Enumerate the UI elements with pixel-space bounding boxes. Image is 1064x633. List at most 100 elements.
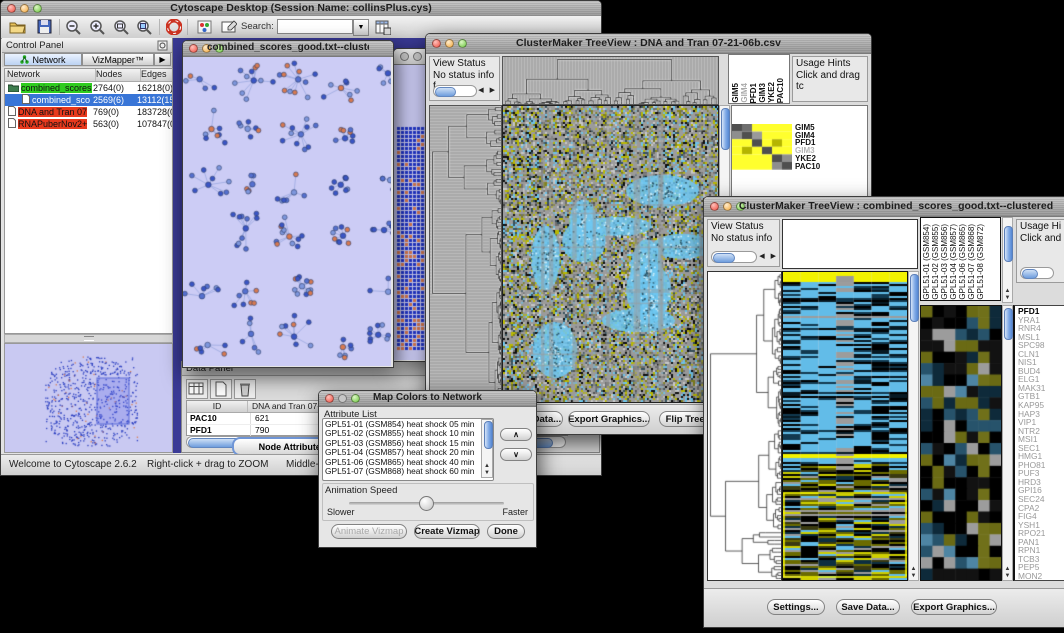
search-input[interactable] [277, 19, 353, 34]
attribute-select-button[interactable] [186, 379, 208, 399]
close-button[interactable] [189, 44, 198, 53]
heatmap-main[interactable] [782, 271, 908, 581]
network-table-row[interactable]: combined_sco2569(6)13112(15) [5, 94, 172, 106]
row-label[interactable]: PAC10 [795, 163, 820, 171]
column-label[interactable]: GPL51-07 (GSM868) [967, 224, 976, 300]
row-dendrogram[interactable] [707, 271, 782, 581]
treeview-combined-title-bar[interactable]: ClusterMaker TreeView : combined_scores_… [704, 197, 1064, 217]
row-dendrogram[interactable] [429, 105, 502, 403]
col-header-nodes[interactable]: Nodes [96, 69, 141, 81]
attribute-list-item[interactable]: GPL51-01 (GSM854) heat shock 05 min [325, 420, 480, 429]
close-button[interactable] [400, 52, 409, 61]
delete-attribute-button[interactable] [234, 379, 256, 399]
view-status-hscrollbar[interactable] [711, 251, 757, 263]
move-down-button[interactable]: ∨ [500, 448, 532, 461]
view-status-hscrollbar[interactable] [433, 85, 477, 97]
network-table-row[interactable]: combined_scores2764(0)16218(0) [5, 82, 172, 94]
column-label[interactable]: GPL51-02 (GSM855) [931, 224, 940, 300]
heatmap-vscrollbar[interactable]: ▲▼ [908, 271, 919, 581]
column-label[interactable]: GIM3 [758, 83, 767, 103]
annotation-icon[interactable] [221, 20, 237, 34]
done-button[interactable]: Done [487, 524, 525, 539]
heatmap-main[interactable] [502, 105, 719, 403]
network-view-title-bar[interactable]: combined_scores_good.txt--cluste... [183, 41, 393, 57]
network-table-row[interactable]: RNAPuberNov2+563(0)107847(0) [5, 118, 172, 130]
open-session-icon[interactable] [9, 19, 26, 34]
network-view-title: combined_scores_good.txt--cluste... [207, 42, 369, 53]
column-dendrogram-area[interactable] [782, 219, 918, 269]
column-label[interactable]: PFD1 [749, 83, 758, 103]
column-dendrogram[interactable] [502, 56, 719, 105]
dialog-title-bar[interactable]: Map Colors to Network [319, 391, 536, 407]
attribute-table-icon[interactable] [375, 19, 391, 35]
data-col-id[interactable]: ID [187, 401, 248, 412]
tab-network-label: Network [32, 55, 65, 65]
attribute-list-item[interactable]: GPL51-04 (GSM857) heat shock 20 min [325, 448, 480, 457]
save-session-icon[interactable] [37, 19, 52, 34]
column-label[interactable]: GPL51-01 (GSM854) [922, 224, 931, 300]
col-header-network[interactable]: Network [5, 69, 96, 81]
help-lifesaver-icon[interactable] [166, 19, 182, 35]
network-canvas[interactable] [183, 57, 391, 366]
zoom-vscrollbar[interactable]: ▲▼ [1002, 305, 1013, 581]
col-header-edges[interactable]: Edges [141, 69, 172, 81]
gene-label[interactable]: MON2 [1018, 572, 1064, 581]
close-button[interactable] [325, 394, 334, 403]
faster-label: Faster [502, 507, 528, 517]
move-up-button[interactable]: ∧ [500, 428, 532, 441]
speed-slider-thumb[interactable] [419, 496, 434, 511]
birdseye-overview[interactable] [4, 343, 173, 453]
main-window-title: Cytoscape Desktop (Session Name: collins… [25, 2, 577, 14]
network-nodes-count: 2569(6) [93, 95, 137, 105]
column-label[interactable]: GPL51-04 (GSM857) [949, 224, 958, 300]
scroll-arrows[interactable]: ◀ ▶ [759, 251, 778, 263]
column-label[interactable]: GPL51-03 (GSM856) [940, 224, 949, 300]
network-table-row[interactable]: DNA and Tran 07769(0)183728(0) [5, 106, 172, 118]
zoom-selected-icon[interactable] [136, 19, 152, 35]
new-attribute-button[interactable] [210, 379, 232, 399]
usage-hscrollbar[interactable] [1020, 267, 1054, 279]
zoom-in-icon[interactable] [89, 19, 105, 35]
vizmapper-icon[interactable] [197, 20, 212, 34]
minimize-button[interactable] [413, 52, 422, 61]
column-label[interactable]: GIM5 [731, 83, 740, 103]
panel-splitter[interactable] [4, 334, 173, 343]
column-label[interactable]: GPL51-06 (GSM865) [958, 224, 967, 300]
labels-vscrollbar[interactable]: ▲▼ [1002, 217, 1013, 303]
heatmap-zoom-view[interactable] [920, 305, 1002, 581]
export-graphics-button[interactable]: Export Graphics... [911, 599, 997, 615]
zoom-out-icon[interactable] [65, 19, 81, 35]
column-label[interactable]: GPL51-08 (GSM872) [976, 224, 985, 300]
column-label[interactable]: YKE2 [767, 82, 776, 103]
attribute-listbox[interactable]: GPL51-01 (GSM854) heat shock 05 minGPL51… [322, 418, 494, 481]
attribute-list-item[interactable]: GPL51-07 (GSM868) heat shock 60 min [325, 467, 480, 476]
close-button[interactable] [432, 39, 441, 48]
scroll-arrows[interactable]: ◀ ▶ [478, 85, 497, 97]
tab-vizmapper[interactable]: VizMapper™ [82, 53, 154, 66]
animate-vizmap-button[interactable]: Animate Vizmap [331, 524, 407, 539]
attribute-list-item[interactable]: GPL51-06 (GSM865) heat shock 40 min [325, 458, 480, 467]
export-graphics-button[interactable]: Export Graphics... [568, 411, 650, 427]
list-vscrollbar[interactable]: ▲▼ [481, 419, 493, 478]
close-button[interactable] [710, 202, 719, 211]
search-dropdown-button[interactable]: ▼ [353, 19, 369, 36]
float-panel-icon[interactable] [157, 40, 168, 51]
mini-heatmap[interactable] [732, 124, 792, 170]
treeview-combined-window: ClusterMaker TreeView : combined_scores_… [703, 196, 1064, 628]
settings-button[interactable]: Settings... [767, 599, 825, 615]
tab-overflow-button[interactable]: ▶ [154, 53, 171, 66]
column-label[interactable]: GIM4 [740, 83, 749, 103]
attribute-list-item[interactable]: GPL51-03 (GSM856) heat shock 15 min [325, 439, 480, 448]
create-vizmap-button[interactable]: Create Vizmap [414, 524, 480, 539]
save-data-button[interactable]: Save Data... [836, 599, 900, 615]
tab-network[interactable]: Network [4, 53, 82, 66]
treeview-dna-title-bar[interactable]: ClusterMaker TreeView : DNA and Tran 07-… [426, 34, 871, 54]
network-file-icon [8, 118, 16, 130]
gene-list[interactable]: PFD1YRA1RNR4MSL1SPC98CLN1NIS1BUD4ELG1MAK… [1013, 305, 1064, 581]
zoom-fit-icon[interactable] [113, 19, 129, 35]
main-title-bar[interactable]: Cytoscape Desktop (Session Name: collins… [1, 1, 601, 17]
attribute-list-item[interactable]: GPL51-02 (GSM855) heat shock 10 min [325, 429, 480, 438]
close-button[interactable] [7, 4, 16, 13]
view-status-title: View Status [433, 58, 496, 70]
column-label[interactable]: PAC10 [776, 78, 785, 103]
